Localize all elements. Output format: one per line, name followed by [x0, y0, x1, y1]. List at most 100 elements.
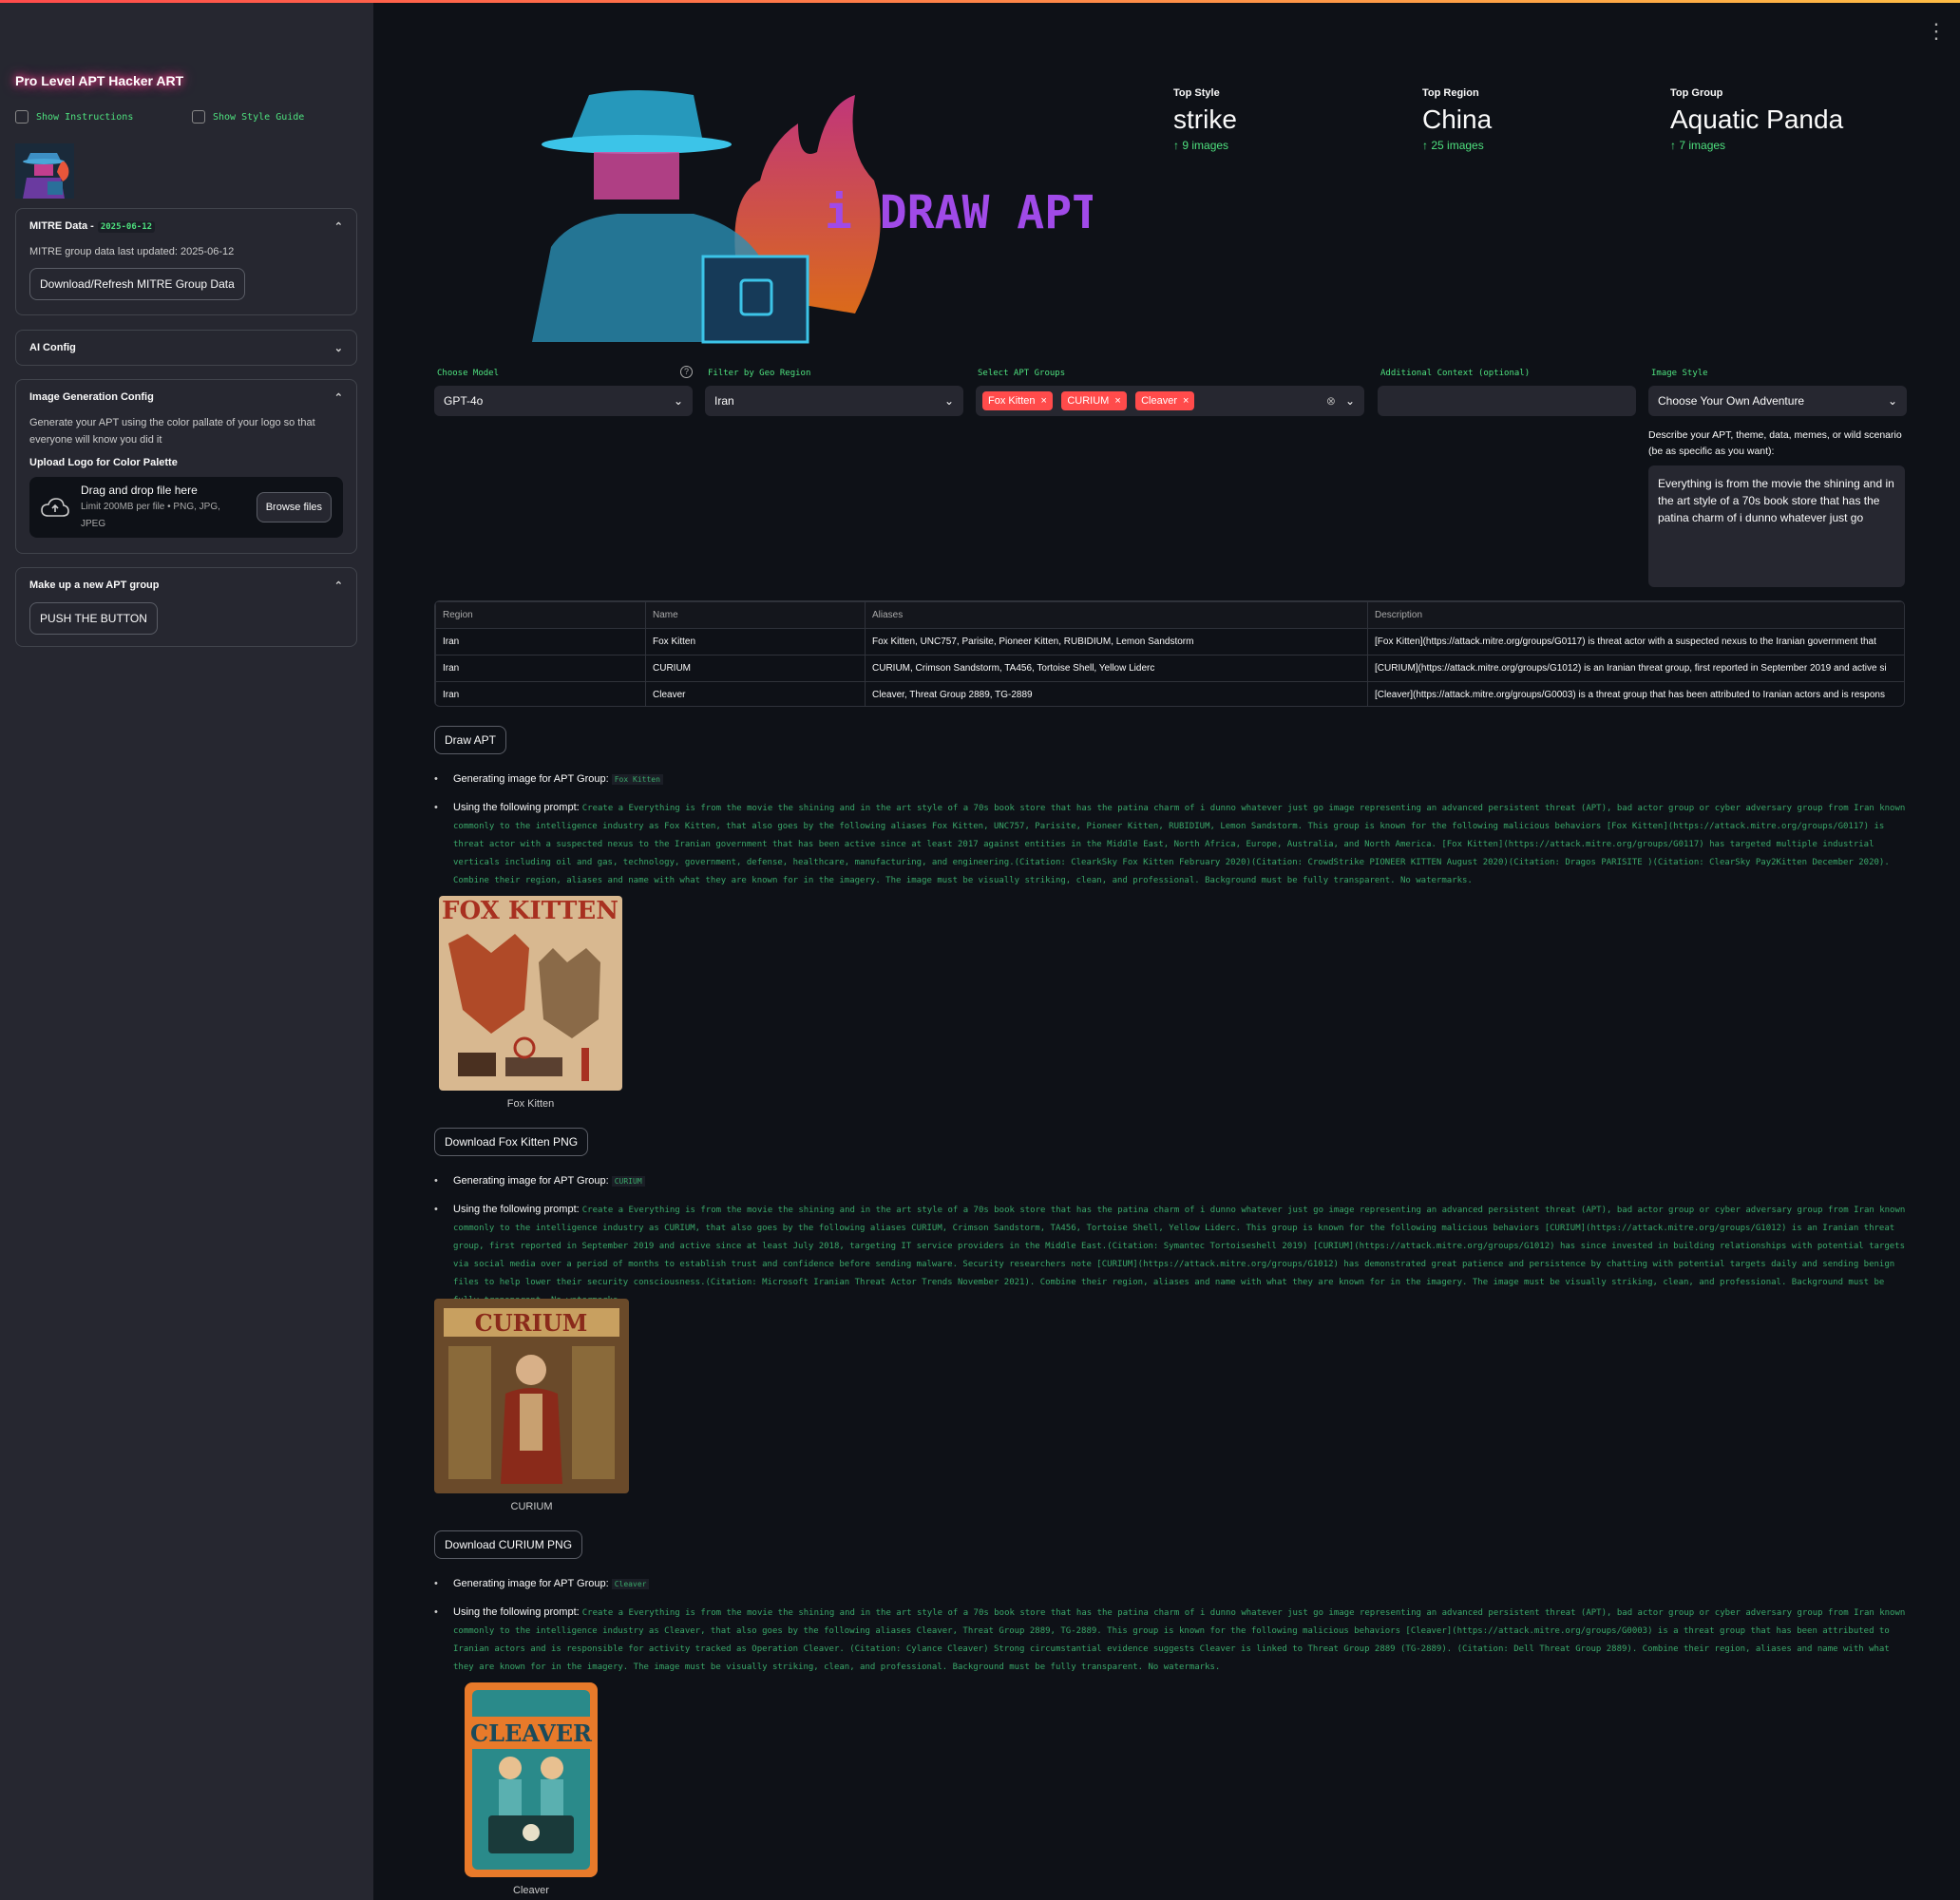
- hero-banner-image: i DRAW APT: [532, 90, 1093, 344]
- group-tag[interactable]: Fox Kitten ×: [982, 391, 1053, 410]
- region-select[interactable]: Iran ⌄: [705, 386, 963, 416]
- mitre-updated-text: MITRE group data last updated: 2025-06-1…: [29, 246, 235, 257]
- image-caption: CURIUM: [510, 1501, 553, 1512]
- checkbox-icon[interactable]: [192, 110, 205, 124]
- image-title-text: CURIUM: [475, 1309, 588, 1337]
- ai-config-title: AI Config: [29, 342, 76, 353]
- table-header-row: Region Name Aliases Description: [435, 601, 1904, 629]
- describe-label: Describe your APT, theme, data, memes, o…: [1648, 429, 1902, 457]
- table-cell: Iran: [435, 655, 646, 682]
- context-input[interactable]: [1378, 386, 1636, 416]
- style-value: Choose Your Own Adventure: [1658, 394, 1805, 408]
- column-header[interactable]: Aliases: [865, 601, 1368, 629]
- table-cell: Cleaver: [645, 681, 866, 706]
- chevron-up-icon[interactable]: ⌃: [334, 391, 343, 404]
- metric-delta: ↑ 9 images: [1173, 139, 1229, 152]
- generating-item: Generating image for APT Group: Cleaver: [434, 1575, 1907, 1593]
- ai-config-expander: AI Config ⌄: [15, 330, 357, 366]
- metric-top-region: Top Region China ↑ 25 images: [1422, 87, 1492, 152]
- push-the-button[interactable]: PUSH THE BUTTON: [29, 602, 158, 635]
- refresh-mitre-button[interactable]: Download/Refresh MITRE Group Data: [29, 268, 245, 300]
- show-style-guide-checkbox[interactable]: Show Style Guide: [192, 110, 304, 124]
- describe-textarea[interactable]: Everything is from the movie the shining…: [1648, 466, 1905, 587]
- column-header[interactable]: Description: [1367, 601, 1904, 629]
- clear-all-icon[interactable]: ⊗: [1326, 394, 1336, 408]
- model-select[interactable]: GPT-4o ⌄: [434, 386, 693, 416]
- curium-image: CURIUM: [434, 1299, 629, 1493]
- chevron-down-icon: ⌄: [673, 394, 683, 408]
- groups-multiselect[interactable]: Fox Kitten × CURIUM × Cleaver × ⊗ ⌄: [976, 386, 1364, 416]
- new-group-header[interactable]: Make up a new APT group ⌃: [16, 568, 356, 602]
- drop-title: Drag and drop file here: [81, 484, 198, 497]
- remove-tag-icon[interactable]: ×: [1041, 395, 1047, 407]
- checkbox-icon[interactable]: [15, 110, 29, 124]
- chevron-up-icon[interactable]: ⌃: [334, 580, 343, 592]
- metric-top-group: Top Group Aquatic Panda ↑ 7 images: [1670, 87, 1843, 152]
- prompt-text: Create a Everything is from the movie th…: [453, 1206, 1906, 1305]
- metric-delta: ↑ 25 images: [1422, 139, 1484, 152]
- table-cell: [Fox Kitten](https://attack.mitre.org/gr…: [1367, 628, 1904, 656]
- image-config-text: Generate your APT using the color pallat…: [29, 417, 315, 446]
- groups-label: Select APT Groups: [978, 369, 1066, 378]
- table-row[interactable]: Iran Fox Kitten Fox Kitten, UNC757, Pari…: [435, 628, 1904, 656]
- metric-label: Top Region: [1422, 87, 1479, 99]
- fox-kitten-image: FOX KITTEN: [439, 896, 622, 1091]
- mitre-data-header[interactable]: MITRE Data -2025-06-12 ⌃: [16, 209, 356, 243]
- group-code: Fox Kitten: [611, 774, 663, 785]
- model-label: Choose Model: [437, 369, 500, 378]
- context-label: Additional Context (optional): [1380, 369, 1531, 378]
- prompt-text: Create a Everything is from the movie th…: [453, 804, 1906, 885]
- remove-tag-icon[interactable]: ×: [1183, 395, 1189, 407]
- chevron-down-icon: ⌄: [1344, 394, 1355, 408]
- download-fox-kitten-button[interactable]: Download Fox Kitten PNG: [434, 1128, 589, 1156]
- arrow-up-icon: ↑: [1173, 139, 1183, 152]
- image-title-text: FOX KITTEN: [442, 897, 618, 925]
- table-cell: CURIUM, Crimson Sandstorm, TA456, Tortoi…: [865, 655, 1368, 682]
- column-header[interactable]: Region: [435, 601, 646, 629]
- prompt-item: Using the following prompt: Create a Eve…: [434, 1604, 1907, 1676]
- cloud-upload-icon: [41, 498, 69, 517]
- chevron-up-icon[interactable]: ⌃: [334, 220, 343, 233]
- group-code: Cleaver: [611, 1579, 650, 1589]
- sidebar: Pro Level APT Hacker ART Show Instructio…: [0, 3, 373, 1900]
- show-instructions-label: Show Instructions: [36, 111, 134, 123]
- ai-config-header[interactable]: AI Config ⌄: [16, 331, 356, 365]
- generating-item: Generating image for APT Group: Fox Kitt…: [434, 770, 1907, 788]
- table-row[interactable]: Iran Cleaver Cleaver, Threat Group 2889,…: [435, 681, 1904, 706]
- chevron-down-icon[interactable]: ⌄: [334, 342, 343, 354]
- help-icon[interactable]: ?: [680, 366, 693, 378]
- browse-files-button[interactable]: Browse files: [256, 492, 332, 522]
- draw-apt-button[interactable]: Draw APT: [434, 726, 507, 754]
- metric-delta: ↑ 7 images: [1670, 139, 1726, 152]
- download-curium-button[interactable]: Download CURIUM PNG: [434, 1530, 583, 1559]
- group-tag[interactable]: Cleaver ×: [1135, 391, 1195, 410]
- table-cell: Iran: [435, 628, 646, 656]
- sidebar-title: Pro Level APT Hacker ART: [15, 73, 184, 88]
- group-tag[interactable]: CURIUM ×: [1061, 391, 1127, 410]
- show-instructions-checkbox[interactable]: Show Instructions: [15, 110, 133, 124]
- image-config-expander: Image Generation Config ⌃ Generate your …: [15, 379, 357, 554]
- upload-logo-label: Upload Logo for Color Palette: [29, 457, 178, 468]
- arrow-up-icon: ↑: [1422, 139, 1432, 152]
- file-dropzone[interactable]: Drag and drop file here Limit 200MB per …: [29, 477, 343, 538]
- mitre-data-title: MITRE Data -: [29, 220, 94, 232]
- metric-value: Aquatic Panda: [1670, 104, 1844, 134]
- new-group-title: Make up a new APT group: [29, 580, 160, 591]
- style-select[interactable]: Choose Your Own Adventure ⌄: [1648, 386, 1907, 416]
- main-menu-icon[interactable]: ⋮: [1926, 21, 1947, 42]
- column-header[interactable]: Name: [645, 601, 866, 629]
- table-cell: CURIUM: [645, 655, 866, 682]
- image-caption: Cleaver: [513, 1885, 549, 1896]
- image-config-header[interactable]: Image Generation Config ⌃: [16, 380, 356, 414]
- prompt-item: Using the following prompt: Create a Eve…: [434, 1201, 1907, 1309]
- groups-table: Region Name Aliases Description Iran Fox…: [434, 600, 1905, 707]
- table-row[interactable]: Iran CURIUM CURIUM, Crimson Sandstorm, T…: [435, 655, 1904, 682]
- show-style-guide-label: Show Style Guide: [213, 111, 305, 123]
- table-cell: Iran: [435, 681, 646, 706]
- remove-tag-icon[interactable]: ×: [1114, 395, 1120, 407]
- hero-title-text: i DRAW APT: [825, 186, 1093, 239]
- table-cell: [Cleaver](https://attack.mitre.org/group…: [1367, 681, 1904, 706]
- region-value: Iran: [714, 394, 734, 408]
- metric-value: strike: [1173, 104, 1237, 134]
- mitre-date-badge: 2025-06-12: [97, 221, 156, 233]
